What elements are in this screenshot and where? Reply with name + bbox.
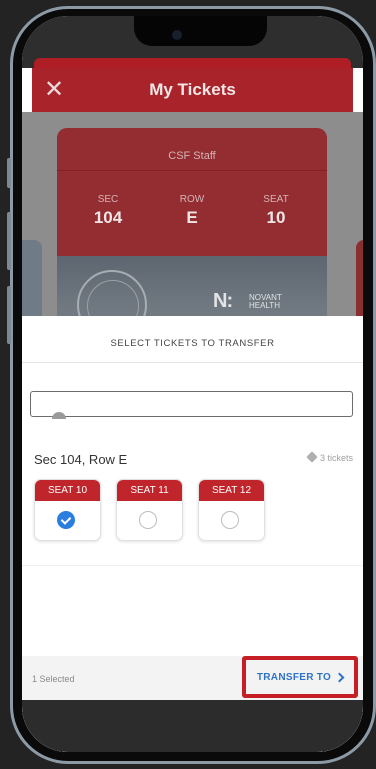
sponsor-name: NOVANT HEALTH <box>249 294 282 310</box>
divider <box>57 170 327 171</box>
divider <box>22 565 363 566</box>
recipient-input[interactable] <box>30 391 353 417</box>
divider <box>22 362 363 363</box>
seat-label: SEAT 11 <box>117 480 182 501</box>
sponsor-logo: N: NOVANT HEALTH <box>213 290 282 313</box>
transfer-to-button[interactable]: TRANSFER TO <box>242 656 358 698</box>
ticket-group: CSF Staff <box>168 150 216 162</box>
notch <box>134 16 267 46</box>
sponsor-name-line2: HEALTH <box>249 301 280 310</box>
volume-down-button <box>7 286 11 344</box>
seat-option-11[interactable]: SEAT 11 <box>116 479 183 541</box>
info-icon <box>52 412 66 419</box>
sec-column: SEC 104 <box>73 194 143 228</box>
mute-switch <box>7 158 11 188</box>
sponsor-mark: N: <box>213 290 233 312</box>
front-camera <box>172 30 182 40</box>
page-title: My Tickets <box>149 80 236 99</box>
sec-label: SEC <box>97 194 119 205</box>
row-label: ROW <box>179 194 205 205</box>
volume-up-button <box>7 212 11 270</box>
section-row-label: Sec 104, Row E <box>34 452 128 467</box>
seat-option-12[interactable]: SEAT 12 <box>198 479 265 541</box>
tickets-count-text: 3 tickets <box>319 453 353 463</box>
seat-value: 10 <box>266 208 286 227</box>
radio-icon[interactable] <box>139 511 157 529</box>
sheet-title: SELECT TICKETS TO TRANSFER <box>110 338 275 349</box>
seat-label: SEAT 12 <box>199 480 264 501</box>
seat-column: SEAT 10 <box>241 194 311 228</box>
row-column: ROW E <box>157 194 227 228</box>
selected-count: 1 Selected <box>32 674 75 684</box>
seat-label: SEAT 10 <box>35 480 100 501</box>
seat-option-10[interactable]: SEAT 10 <box>34 479 101 541</box>
ticket-tag-icon <box>306 451 318 463</box>
checkmark-icon[interactable] <box>57 511 75 529</box>
phone-screen: ✕ My Tickets CSF Staff SEC 104 ROW E SEA… <box>22 16 363 752</box>
transfer-sheet: SELECT TICKETS TO TRANSFER Sec 104, Row … <box>22 316 363 752</box>
chevron-right-icon <box>334 672 345 682</box>
radio-icon[interactable] <box>221 511 239 529</box>
row-value: E <box>186 208 198 227</box>
seat-label: SEAT <box>263 194 289 205</box>
sec-value: 104 <box>93 208 123 227</box>
app-header: ✕ My Tickets <box>32 68 353 112</box>
bottom-bezel <box>22 700 363 752</box>
transfer-to-label: TRANSFER TO <box>256 671 332 683</box>
tickets-count: 3 tickets <box>306 451 353 463</box>
